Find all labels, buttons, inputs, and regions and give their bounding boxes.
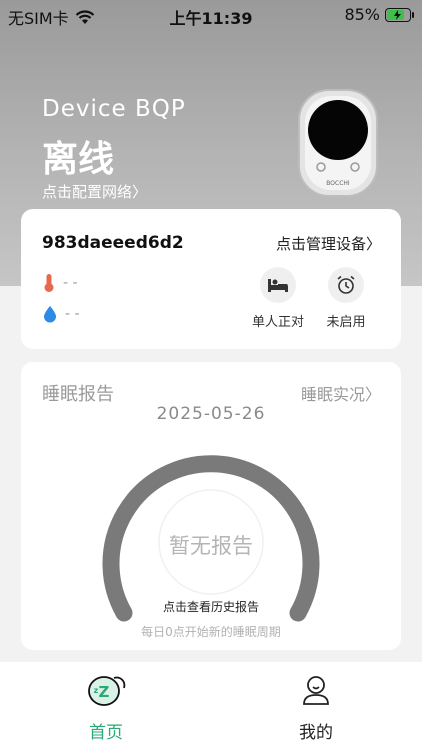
- history-report-link[interactable]: 点击查看历史报告: [21, 598, 401, 615]
- temperature-reading: - -: [43, 273, 78, 293]
- humidity-reading: - -: [43, 305, 80, 323]
- tab-me-label: 我的: [299, 723, 333, 743]
- chevron-right-icon: 〉: [132, 183, 148, 201]
- mode-sleep-position[interactable]: 单人正对: [248, 267, 308, 330]
- config-network-link[interactable]: 点击配置网络〉: [42, 181, 147, 202]
- humidity-value: - -: [65, 306, 80, 322]
- sleep-cycle-note: 每日0点开始新的睡眠周期: [141, 625, 281, 639]
- mode-alarm[interactable]: 未启用: [316, 267, 376, 330]
- battery-percent: 85%: [344, 5, 380, 24]
- status-right: 85%: [344, 5, 414, 24]
- battery-icon: [385, 7, 411, 22]
- device-id: 983daeeed6d2: [42, 233, 184, 253]
- chevron-right-icon: 〉: [365, 235, 381, 253]
- device-status: 离线: [42, 139, 115, 180]
- temperature-value: - -: [63, 275, 78, 291]
- mode-label: 未启用: [326, 315, 366, 330]
- svg-text:z: z: [94, 686, 99, 695]
- thermometer-icon: [44, 274, 54, 292]
- manage-device-label: 点击管理设备: [275, 235, 366, 253]
- sleep-report-card: 睡眠报告 睡眠实况〉 2025-05-26 暂无报告 点击查看历史报告 每日0点…: [21, 362, 401, 650]
- battery-cap: [412, 11, 414, 18]
- svg-text:Z: Z: [99, 683, 110, 701]
- mode-label: 单人正对: [251, 315, 304, 330]
- product-brand-text: BOCCHI: [326, 180, 350, 187]
- tab-me[interactable]: 我的: [271, 672, 361, 743]
- device-product-image: BOCCHI: [298, 89, 378, 197]
- bed-icon: [268, 279, 288, 292]
- home-sleep-icon: Z z: [88, 676, 126, 706]
- alarm-clock-icon: [337, 275, 355, 294]
- charging-bolt-icon: [394, 9, 401, 20]
- tab-bar: Z z 首页 我的: [0, 662, 422, 750]
- tab-home-label: 首页: [89, 723, 123, 743]
- device-card: 983daeeed6d2 点击管理设备〉 - - - - 单人正对 未启用: [21, 209, 401, 349]
- person-icon: [303, 676, 329, 705]
- config-network-label: 点击配置网络: [42, 183, 133, 201]
- bed-icon-wrap: [260, 267, 296, 303]
- alarm-icon-wrap: [328, 267, 364, 303]
- device-name: Device BQP: [42, 96, 186, 122]
- tab-home[interactable]: Z z 首页: [61, 672, 151, 743]
- status-bar: 无SIM卡 上午11:39 85%: [0, 0, 422, 30]
- no-report-text: 暂无报告: [169, 534, 253, 558]
- water-drop-icon: [44, 306, 56, 323]
- manage-device-link[interactable]: 点击管理设备〉: [276, 233, 381, 254]
